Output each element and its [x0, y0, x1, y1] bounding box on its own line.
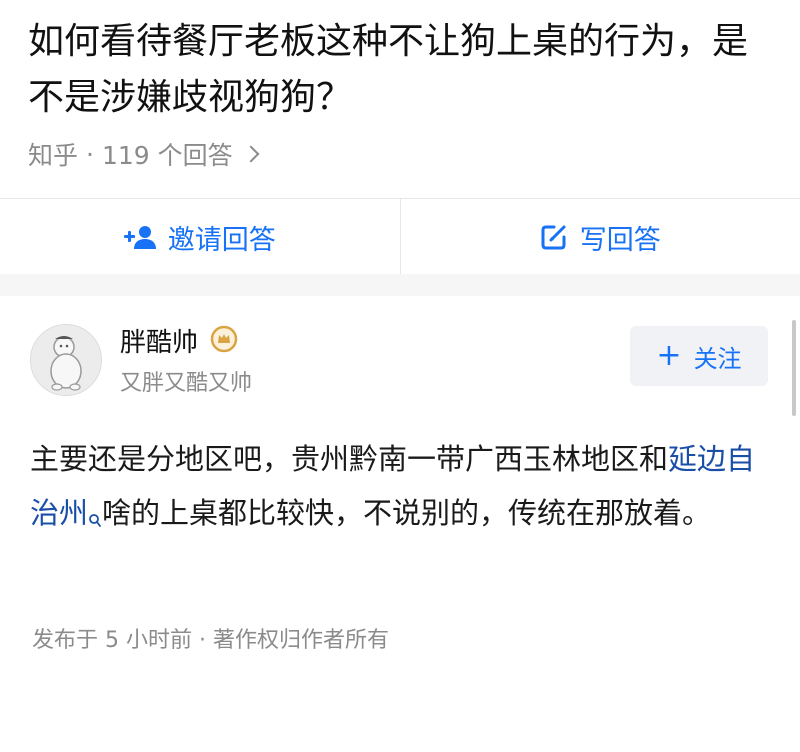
author-info: 胖酷帅 又胖又酷又帅: [120, 322, 252, 397]
follow-button[interactable]: + 关注: [630, 326, 768, 386]
answer-content[interactable]: 主要还是分地区吧，贵州黔南一带广西玉林地区和延边自治州 啥的上桌都比较快，不说别的…: [30, 432, 775, 546]
question-action-bar: 邀请回答 写回答: [0, 198, 800, 275]
question-title[interactable]: 如何看待餐厅老板这种不让狗上桌的行为，是不是涉嫌歧视狗狗？: [28, 14, 748, 126]
edit-icon: [541, 225, 566, 250]
write-answer-label: 写回答: [579, 224, 661, 256]
invite-answer-label: 邀请回答: [167, 224, 276, 256]
answer-text-part-2: 啥的上桌都比较快，不说别的，传统在那放着。: [102, 496, 712, 530]
invite-person-icon: [123, 226, 156, 249]
author-name-row: 胖酷帅: [120, 322, 252, 359]
answer-count: 119 个回答: [101, 141, 233, 170]
chevron-right-icon: [242, 145, 260, 163]
avatar[interactable]: [30, 323, 102, 396]
answer-meta: 发布于 5 小时前 · 著作权归作者所有: [32, 628, 389, 653]
answer-text-part-1: 主要还是分地区吧，贵州黔南一带广西玉林地区和: [30, 442, 669, 476]
author-block[interactable]: 胖酷帅 又胖又酷又帅: [30, 322, 252, 397]
avatar-image: [31, 324, 101, 395]
plus-icon: +: [656, 338, 682, 373]
source-label: 知乎: [28, 141, 79, 170]
author-name[interactable]: 胖酷帅: [120, 322, 198, 359]
badge-icon[interactable]: [210, 325, 238, 357]
follow-label: 关注: [693, 344, 742, 373]
scrollbar[interactable]: [792, 320, 796, 416]
section-gap: [0, 274, 800, 296]
invite-answer-button[interactable]: 邀请回答: [0, 199, 400, 275]
question-meta[interactable]: 知乎 · 119 个回答: [28, 136, 748, 172]
search-mark-icon[interactable]: [88, 492, 102, 546]
question-header: 如何看待餐厅老板这种不让狗上桌的行为，是不是涉嫌歧视狗狗？ 知乎 · 119 个…: [28, 14, 748, 172]
write-answer-button[interactable]: 写回答: [401, 199, 800, 275]
meta-separator: ·: [86, 139, 94, 169]
author-bio: 又胖又酷又帅: [120, 371, 253, 396]
